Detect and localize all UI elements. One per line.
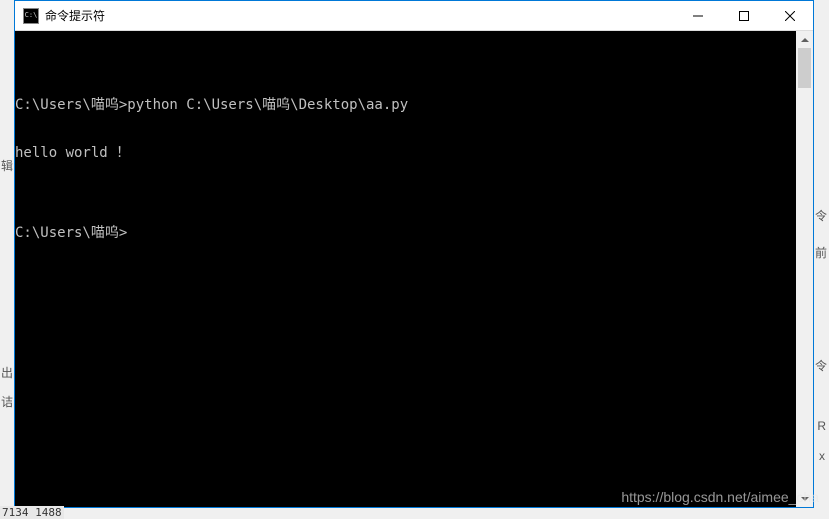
vertical-scrollbar[interactable] xyxy=(796,31,813,507)
bg-text: 诘 xyxy=(1,393,13,410)
cmd-icon: C:\ xyxy=(23,8,39,24)
titlebar[interactable]: C:\ 命令提示符 xyxy=(15,1,813,31)
bottom-status-text: 7134 1488 xyxy=(0,506,64,519)
terminal-line: hello world ！ xyxy=(15,145,796,161)
bg-text: x xyxy=(819,449,825,463)
scroll-up-button[interactable] xyxy=(796,31,813,48)
bg-text: 出 xyxy=(1,364,13,381)
scrollbar-thumb[interactable] xyxy=(798,48,811,88)
terminal-content[interactable]: C:\Users\喵呜>python C:\Users\喵呜\Desktop\a… xyxy=(15,31,796,507)
scroll-down-button[interactable] xyxy=(796,490,813,507)
close-button[interactable] xyxy=(767,1,813,30)
minimize-button[interactable] xyxy=(675,1,721,30)
command-prompt-window: C:\ 命令提示符 C:\Users\喵呜>python C:\Users\喵呜… xyxy=(14,0,814,508)
terminal-line: C:\Users\喵呜> xyxy=(15,225,796,241)
cmd-icon-text: C:\ xyxy=(25,12,38,19)
maximize-button[interactable] xyxy=(721,1,767,30)
bg-text: 令 xyxy=(815,207,827,224)
scrollbar-track[interactable] xyxy=(796,48,813,490)
bg-text: 辑 xyxy=(1,157,13,174)
terminal-line: C:\Users\喵呜>python C:\Users\喵呜\Desktop\a… xyxy=(15,97,796,113)
bg-text: R xyxy=(817,419,826,433)
bg-text: 前 xyxy=(815,244,827,261)
terminal-area: C:\Users\喵呜>python C:\Users\喵呜\Desktop\a… xyxy=(15,31,813,507)
bg-text: 令 xyxy=(815,357,827,374)
window-title: 命令提示符 xyxy=(45,7,675,24)
window-controls xyxy=(675,1,813,30)
